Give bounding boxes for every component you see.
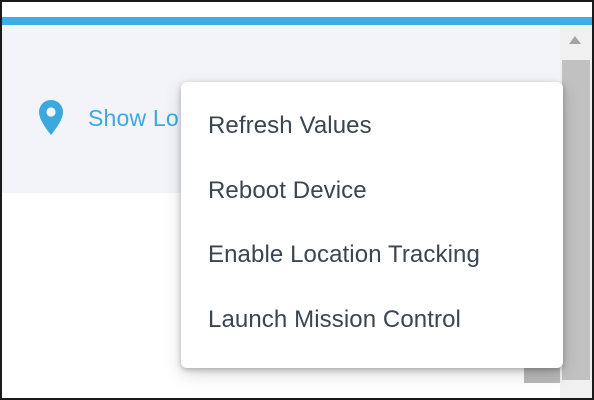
menu-item-refresh-values[interactable]: Refresh Values bbox=[181, 94, 563, 159]
menu-item-reboot-device[interactable]: Reboot Device bbox=[181, 159, 563, 224]
show-location-link[interactable]: Show Lo bbox=[38, 99, 179, 137]
app-window: Show Lo Refresh Values Reboot Device Ena… bbox=[0, 0, 594, 400]
scrollbar-thumb[interactable] bbox=[562, 60, 590, 380]
accent-top-bar bbox=[2, 17, 592, 25]
context-menu: Refresh Values Reboot Device Enable Loca… bbox=[181, 82, 563, 368]
scroll-up-arrow-icon[interactable] bbox=[569, 36, 581, 44]
map-pin-icon bbox=[39, 100, 63, 135]
show-location-label: Show Lo bbox=[88, 104, 179, 131]
menu-item-launch-mission-control[interactable]: Launch Mission Control bbox=[181, 288, 563, 353]
menu-item-enable-location-tracking[interactable]: Enable Location Tracking bbox=[181, 223, 563, 288]
